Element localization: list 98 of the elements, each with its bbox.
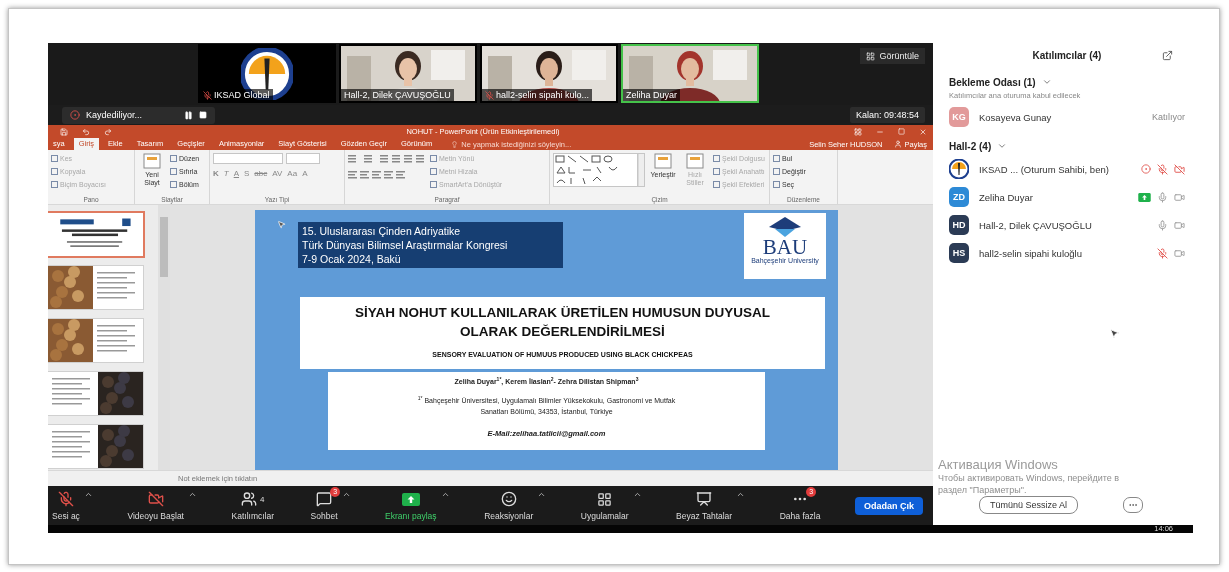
scrollbar[interactable] [158,205,170,470]
panel-title: Katılımcılar (4) [1031,49,1103,61]
slide-thumbnail[interactable] [48,425,143,468]
participant-status: Katılıyor [1152,112,1185,122]
caret-icon[interactable] [341,490,351,499]
avatar: HD [949,215,969,235]
slide-thumbnail[interactable] [48,372,143,415]
video-tile[interactable]: Zeliha Duyar [621,44,759,103]
recording-icon [70,110,80,120]
avatar: KG [949,107,969,127]
format-button[interactable]: T [223,169,229,178]
command-icon [686,153,704,169]
smile-icon [500,491,517,507]
slide-thumbnail[interactable] [48,266,143,309]
start-video-button[interactable]: Videoyu Başlat [125,490,186,521]
view-button[interactable]: Görüntüle [860,48,925,64]
format-button[interactable]: abc [254,169,268,178]
ribbon-options-icon[interactable] [854,127,862,136]
command-icon [143,153,161,169]
cursor-icon [277,220,286,229]
grid-icon [866,51,876,61]
format-button[interactable]: K [213,169,219,178]
recording-label: Kaydediliyor... [86,110,144,120]
participant-count: 4 [260,494,265,504]
font-size-field[interactable] [286,153,320,164]
participant-name: Hall-2, Dilek ÇAVUŞOĞLU [341,89,454,101]
emblem-logo [241,47,293,100]
avatar: HS [949,243,969,263]
chevron-icon[interactable] [1041,77,1052,87]
share-screen-button[interactable]: Ekranı paylaş [383,490,439,521]
font-name-field[interactable] [213,153,283,164]
text-lines-drawing [97,272,137,302]
participant-name: IKSAD ... (Oturum Sahibi, ben) [979,163,1109,175]
pause-icon[interactable] [184,110,193,120]
mute-all-button[interactable]: Tümünü Sessize Al [979,496,1079,514]
participant-name: Zeliha Duyar [623,89,681,101]
leave-button[interactable]: Odadan Çık [854,496,923,515]
format-button[interactable]: AV [272,169,283,178]
caret-icon[interactable] [440,490,450,499]
chat-icon [316,491,333,507]
section-title: Hall-2 (4) [949,140,992,152]
share-screen-icon [1138,192,1151,202]
text-lines-drawing [52,431,92,461]
caret-icon[interactable] [537,490,547,499]
format-button[interactable]: A [233,169,239,178]
undo-icon[interactable] [82,127,90,136]
redo-icon[interactable] [104,127,112,136]
text-lines-drawing [97,325,137,355]
muted-mic-icon [57,491,74,507]
pop-out-icon[interactable] [1162,49,1173,61]
format-button[interactable]: Aa [287,169,298,178]
participant-name: Hall-2, Dilek ÇAVUŞOĞLU [979,219,1092,231]
fan-icon [767,217,803,237]
remaining-time: Kalan: 09:48:54 [849,107,925,123]
save-icon[interactable] [60,127,68,136]
chevron-icon[interactable] [997,141,1008,151]
people-icon [241,491,258,507]
caret-icon[interactable] [736,490,746,499]
whiteboard-button[interactable]: Beyaz Tahtalar [674,490,735,521]
video-tile[interactable]: hall2-selin sipahi kulo... [480,44,618,103]
more-options-button[interactable] [1123,497,1144,513]
logo-text: BAU [762,237,808,257]
emblem-logo [949,159,969,179]
command-icon [654,153,672,169]
conference-header: 15. Uluslararası Çinden Adriyatike Türk Dünyası Bilimsel Araştırmalar Kongresi 7-9 Ocak 2024, Bakü [298,222,563,268]
caret-icon[interactable] [83,490,93,499]
caret-icon[interactable] [632,490,642,499]
video-off-icon [147,491,164,507]
share-screen-icon [401,492,420,506]
person-icon [894,140,903,148]
restore-icon[interactable] [898,128,905,135]
video-tile[interactable]: IKSAD Global [198,44,336,103]
caret-icon[interactable] [188,490,197,499]
close-icon[interactable] [919,127,927,136]
activation-notice-text: Чтобы активировать Windows, перейдите в раздел "Параметры". [938,472,1119,496]
text-lines-drawing [52,378,92,408]
section-title: Bekleme Odası (1) [949,76,1036,88]
video-tile[interactable]: Hall-2, Dilek ÇAVUŞOĞLU [339,44,477,103]
unmute-button[interactable]: Sesi aç [50,490,82,521]
participant-name: Kosayeva Gunay [979,111,1052,123]
participant-name: Zeliha Duyar [979,191,1033,203]
slide-title: SİYAH NOHUT KULLANILARAK ÜRETİLEN HUMUSUN DUYUSAL OLARAK DEĞERLENDİRİLMESİ [355,304,770,341]
whiteboard-icon [696,491,713,507]
activation-notice-title: Активация Windows [938,457,1059,472]
apps-icon [597,491,613,507]
format-button[interactable]: S [244,169,250,178]
participant-name: hall2-selin sipahi kuloğlu [979,247,1082,259]
participant-name: hall2-selin sipahi kulo... [482,89,593,101]
lightbulb-icon [451,140,459,148]
format-button[interactable]: A [302,169,308,178]
apps-button[interactable]: Uygulamalar [578,490,631,521]
slide-thumbnail[interactable] [48,319,143,362]
avatar: ZD [949,187,969,207]
reactions-button[interactable]: Reaksiyonlar [482,490,536,521]
participants-button[interactable]: 4 Katılımcılar [229,490,277,521]
cursor-icon [1109,328,1120,339]
participant-name: IKSAD Global [200,89,273,101]
stop-icon[interactable] [199,111,207,119]
